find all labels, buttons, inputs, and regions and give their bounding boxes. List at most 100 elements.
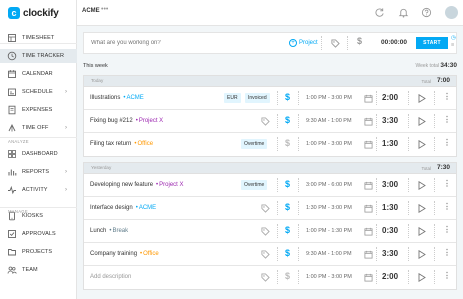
sidebar-item-team[interactable]: TEAM bbox=[0, 263, 77, 277]
divider bbox=[434, 137, 435, 151]
help-icon[interactable] bbox=[421, 7, 432, 18]
entry-time-range[interactable]: 1:30 PM - 3:00 PM bbox=[306, 205, 352, 211]
play-icon[interactable] bbox=[418, 227, 426, 236]
sidebar-item-schedule[interactable]: SCHEDULE › bbox=[0, 85, 77, 99]
calendar-icon[interactable] bbox=[364, 181, 373, 190]
entry-description[interactable]: Developing new feature •Project X bbox=[90, 182, 184, 188]
play-icon[interactable] bbox=[418, 273, 426, 282]
billable-dollar-icon[interactable]: $ bbox=[285, 92, 290, 102]
sidebar-item-projects[interactable]: PROJECTS bbox=[0, 245, 77, 259]
entry-tag[interactable]: Overtime bbox=[241, 139, 268, 149]
sidebar-item-expenses[interactable]: EXPENSES bbox=[0, 103, 77, 117]
workspace-more-icon[interactable]: ••• bbox=[101, 6, 108, 13]
tag-icon[interactable] bbox=[261, 227, 270, 236]
entry-project[interactable]: ACME bbox=[139, 205, 156, 211]
billable-dollar-icon[interactable]: $ bbox=[285, 138, 290, 148]
entry-description[interactable]: Add description bbox=[90, 274, 131, 280]
tag-icon[interactable] bbox=[261, 273, 270, 282]
clock-mode-icon[interactable]: ◷ bbox=[451, 35, 456, 42]
entry-project[interactable]: Office bbox=[137, 141, 153, 147]
description-input[interactable] bbox=[91, 33, 281, 53]
billable-dollar-icon[interactable]: $ bbox=[285, 271, 290, 281]
play-icon[interactable] bbox=[418, 117, 426, 126]
more-vertical-icon[interactable]: ⋮ bbox=[443, 139, 451, 147]
entry-description[interactable]: Interface design •ACME bbox=[90, 205, 156, 211]
calendar-icon[interactable] bbox=[364, 204, 373, 213]
play-icon[interactable] bbox=[418, 250, 426, 259]
entry-time-range[interactable]: 9:30 AM - 1:00 PM bbox=[306, 118, 352, 124]
sidebar-item-reports[interactable]: REPORTS › bbox=[0, 165, 77, 179]
play-icon[interactable] bbox=[418, 140, 426, 149]
billable-dollar-icon[interactable]: $ bbox=[357, 36, 362, 46]
calendar-icon[interactable] bbox=[364, 117, 373, 126]
more-vertical-icon[interactable]: ⋮ bbox=[443, 272, 451, 280]
avatar[interactable] bbox=[445, 6, 458, 19]
more-vertical-icon[interactable]: ⋮ bbox=[443, 93, 451, 101]
entry-description[interactable]: Lunch •Break bbox=[90, 228, 128, 234]
timer-mode-toggle[interactable]: ◷ ≡ bbox=[451, 35, 456, 49]
entry-description[interactable]: Company training •Office bbox=[90, 251, 159, 257]
entry-time-range[interactable]: 1:00 PM - 3:00 PM bbox=[306, 141, 352, 147]
sidebar-item-approvals[interactable]: APPROVALS bbox=[0, 227, 77, 241]
entry-time-range[interactable]: 1:00 PM - 3:00 PM bbox=[306, 274, 352, 280]
entry-duration[interactable]: 0:30 bbox=[382, 226, 398, 235]
calendar-icon[interactable] bbox=[364, 250, 373, 259]
billable-dollar-icon[interactable]: $ bbox=[285, 225, 290, 235]
entry-duration[interactable]: 3:00 bbox=[382, 180, 398, 189]
sidebar-item-time-off[interactable]: TIME OFF › bbox=[0, 121, 77, 135]
more-vertical-icon[interactable]: ⋮ bbox=[443, 116, 451, 124]
list-mode-icon[interactable]: ≡ bbox=[451, 42, 456, 49]
entry-duration[interactable]: 1:30 bbox=[382, 139, 398, 148]
entry-duration[interactable]: 2:00 bbox=[382, 93, 398, 102]
entry-project[interactable]: Project X bbox=[159, 182, 183, 188]
sidebar-item-dashboard[interactable]: DASHBOARD bbox=[0, 147, 77, 161]
divider bbox=[434, 270, 435, 284]
start-button[interactable]: START bbox=[416, 37, 448, 49]
play-icon[interactable] bbox=[418, 204, 426, 213]
entry-time-range[interactable]: 9:30 AM - 1:00 PM bbox=[306, 251, 352, 257]
more-vertical-icon[interactable]: ⋮ bbox=[443, 249, 451, 257]
workspace-name[interactable]: ACME bbox=[82, 8, 100, 14]
billable-dollar-icon[interactable]: $ bbox=[285, 115, 290, 125]
entry-duration[interactable]: 3:30 bbox=[382, 249, 398, 258]
refresh-icon[interactable] bbox=[374, 7, 385, 18]
play-icon[interactable] bbox=[418, 181, 426, 190]
tag-icon[interactable] bbox=[331, 39, 340, 48]
entry-duration[interactable]: 1:30 bbox=[382, 203, 398, 212]
sidebar-item-calendar[interactable]: CALENDAR bbox=[0, 67, 77, 81]
tag-icon[interactable] bbox=[261, 250, 270, 259]
billable-dollar-icon[interactable]: $ bbox=[285, 179, 290, 189]
billable-dollar-icon[interactable]: $ bbox=[285, 202, 290, 212]
entry-description[interactable]: Illustrations •ACME bbox=[90, 95, 144, 101]
entry-project[interactable]: ACME bbox=[126, 95, 143, 101]
tag-icon[interactable] bbox=[261, 204, 270, 213]
entry-duration[interactable]: 2:00 bbox=[382, 272, 398, 281]
more-vertical-icon[interactable]: ⋮ bbox=[443, 180, 451, 188]
more-vertical-icon[interactable]: ⋮ bbox=[443, 226, 451, 234]
more-vertical-icon[interactable]: ⋮ bbox=[443, 203, 451, 211]
entry-description[interactable]: Fixing bug #212 •Project X bbox=[90, 118, 163, 124]
billable-dollar-icon[interactable]: $ bbox=[285, 248, 290, 258]
entry-project[interactable]: Break bbox=[112, 228, 128, 234]
bell-icon[interactable] bbox=[398, 7, 409, 18]
entry-time-range[interactable]: 1:00 PM - 3:00 PM bbox=[306, 95, 352, 101]
entry-project[interactable]: Office bbox=[143, 251, 159, 257]
entry-tag[interactable]: Overtime bbox=[241, 180, 268, 190]
calendar-icon[interactable] bbox=[364, 140, 373, 149]
entry-description[interactable]: Filing tax return •Office bbox=[90, 141, 153, 147]
play-icon[interactable] bbox=[418, 94, 426, 103]
entry-project[interactable]: Project X bbox=[139, 118, 163, 124]
entry-time-range[interactable]: 1:00 PM - 1:30 PM bbox=[306, 228, 352, 234]
sidebar-item-time-tracker[interactable]: TIME TRACKER bbox=[0, 49, 77, 63]
clockify-logo[interactable]: c clockify bbox=[8, 6, 59, 20]
entry-duration[interactable]: 3:30 bbox=[382, 116, 398, 125]
calendar-icon[interactable] bbox=[364, 273, 373, 282]
entry-tag[interactable]: Invoiced bbox=[245, 93, 270, 103]
calendar-icon[interactable] bbox=[364, 227, 373, 236]
tag-icon[interactable] bbox=[261, 117, 270, 126]
entry-tag[interactable]: EUR bbox=[224, 93, 241, 103]
project-picker[interactable]: + Project bbox=[289, 39, 318, 47]
entry-time-range[interactable]: 3:00 PM - 6:00 PM bbox=[306, 182, 352, 188]
calendar-icon[interactable] bbox=[364, 94, 373, 103]
sidebar-item-activity[interactable]: ACTIVITY › bbox=[0, 183, 77, 197]
